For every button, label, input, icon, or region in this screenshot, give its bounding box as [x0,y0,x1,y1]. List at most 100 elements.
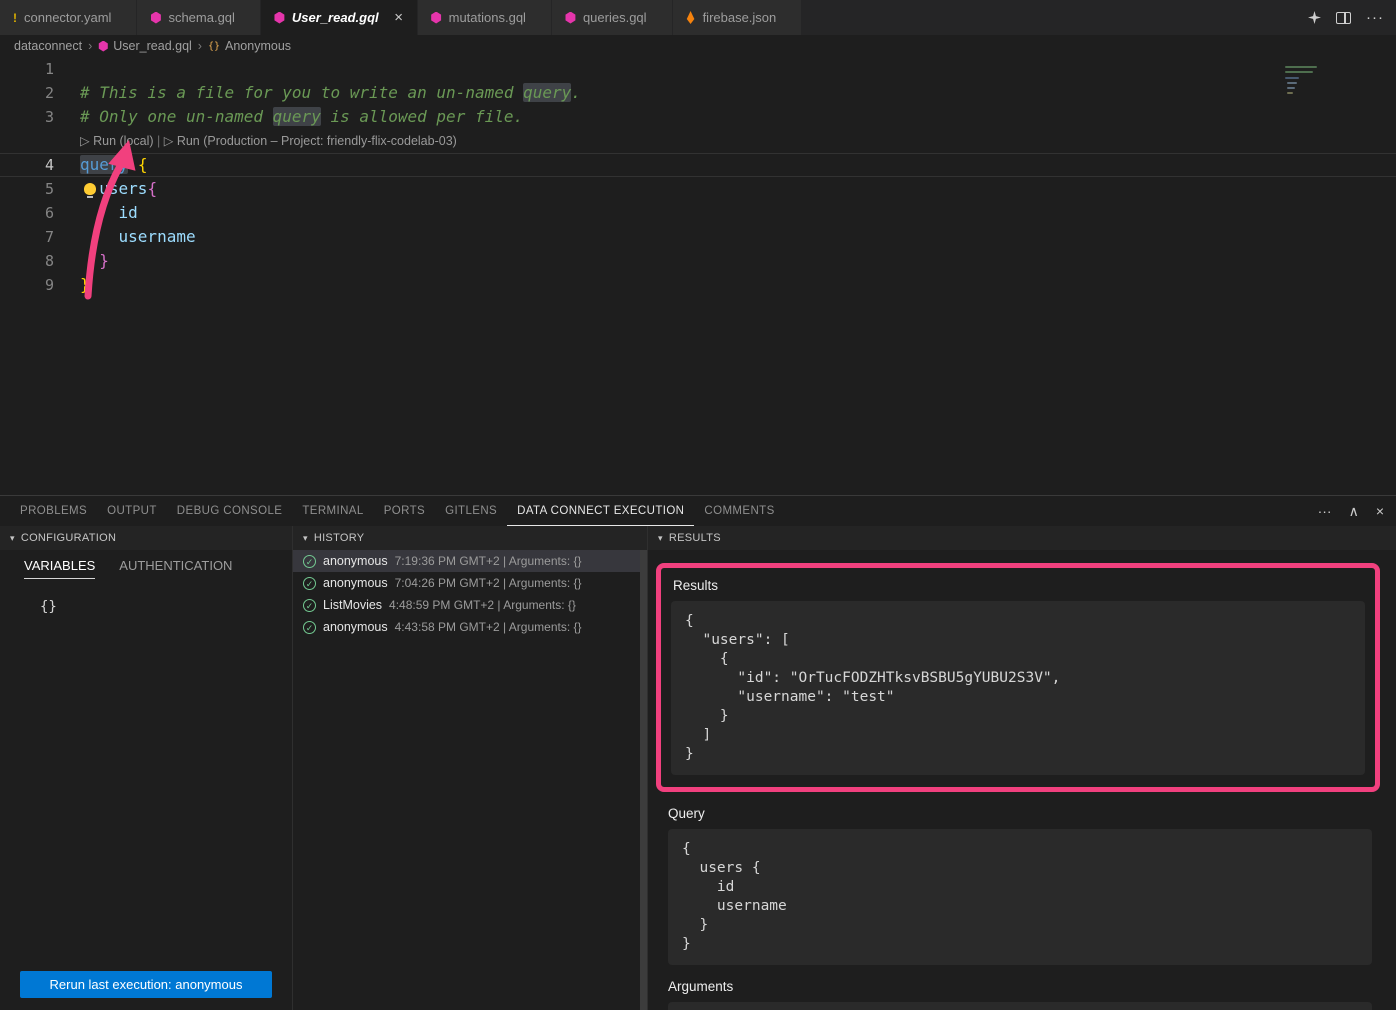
breadcrumb-items: dataconnect › User_read.gql › {}Anonymous [14,39,291,53]
query-label: Query [668,806,1372,821]
copilot-icon[interactable] [1308,11,1321,24]
line-number: 3 [0,105,54,129]
graphql-icon [431,12,442,24]
check-circle-icon: ✓ [303,555,316,568]
code-editor[interactable]: 12# This is a file for you to write an u… [0,57,1396,495]
breadcrumb-separator: › [88,39,92,53]
history-item-meta: 4:43:58 PM GMT+2 | Arguments: {} [395,620,582,634]
panel-tab-debug-console[interactable]: DEBUG CONSOLE [167,496,293,526]
panel-tab-terminal[interactable]: TERMINAL [292,496,373,526]
panel-collapse-icon[interactable]: ∧ [1349,503,1359,520]
check-circle-icon: ✓ [303,621,316,634]
configuration-section: ▾ CONFIGURATION VARIABLESAUTHENTICATION … [0,526,292,1010]
firebase-icon [686,11,696,24]
tab-label: firebase.json [703,10,777,25]
history-item[interactable]: ✓ anonymous 4:43:58 PM GMT+2 | Arguments: … [293,616,640,638]
code-line: 4query { [0,153,1396,177]
code-content: users{ [54,177,157,201]
history-scrollbar[interactable] [640,550,647,1010]
results-header[interactable]: ▾ RESULTS [648,526,1396,550]
check-circle-icon: ✓ [303,599,316,612]
arguments-text: {} [668,1002,1372,1010]
panel-tab-problems[interactable]: PROBLEMS [10,496,97,526]
tab-label: connector.yaml [24,10,111,25]
code-content: username [54,225,196,249]
history-header[interactable]: ▾ HISTORY [293,526,647,550]
line-number: 8 [0,249,54,273]
panel-body: ▾ CONFIGURATION VARIABLESAUTHENTICATION … [0,526,1396,1010]
results-annotation-box: Results { "users": [ { "id": "OrTucFODZH… [656,563,1380,792]
tab-queries.gql[interactable]: queries.gql [552,0,673,35]
history-item-name: anonymous [323,620,388,634]
panel-actions: ··· ∧ × [1318,496,1384,526]
history-item-meta: 7:04:26 PM GMT+2 | Arguments: {} [395,576,582,590]
history-item[interactable]: ✓anonymous7:04:26 PM GMT+2 | Arguments: … [293,572,640,594]
history-item[interactable]: ✓ListMovies4:48:59 PM GMT+2 | Arguments:… [293,594,640,616]
bottom-panel: PROBLEMSOUTPUTDEBUG CONSOLETERMINALPORTS… [0,495,1396,1010]
rerun-button[interactable]: Rerun last execution: anonymous [20,971,272,998]
panel-tab-ports[interactable]: PORTS [374,496,435,526]
editor-tabs: ! connector.yaml schema.gqlUser_read.gql×m… [0,0,802,35]
code-content: # This is a file for you to write an un-… [54,81,581,105]
check-circle-icon: ✓ [303,577,316,590]
arguments-block: Arguments {} [668,979,1372,1010]
code-line: 3# Only one un-named query is allowed pe… [0,105,1396,129]
warning-icon: ! [13,11,17,25]
code-line: 2# This is a file for you to write an un… [0,81,1396,105]
panel-more-actions-icon[interactable]: ··· [1318,503,1332,519]
editor-actions: ··· [1308,0,1384,35]
tab-connector.yaml[interactable]: ! connector.yaml [0,0,137,35]
line-number [0,129,54,153]
query-block: Query { users { id username } } [668,806,1372,965]
code-line: 7 username [0,225,1396,249]
panel-tab-data-connect-execution[interactable]: DATA CONNECT EXECUTION [507,496,694,526]
breadcrumb-label: dataconnect [14,39,82,53]
code-line: 9} [0,273,1396,297]
results-section: ▾ RESULTS Results { "users": [ { "id": "… [647,526,1396,1010]
split-editor-icon[interactable] [1336,12,1351,24]
breadcrumb-label: Anonymous [225,39,291,53]
results-content: Results { "users": [ { "id": "OrTucFODZH… [648,550,1396,1010]
panel-close-icon[interactable]: × [1376,503,1384,519]
history-item-meta: 7:19:36 PM GMT+2 | Arguments: {} [395,554,582,568]
code-content: } [54,273,90,297]
codelens-run-local[interactable]: ▷ Run (local) [80,134,154,148]
line-number: 5 [0,177,54,201]
history-item[interactable]: ✓ anonymous 7:19:36 PM GMT+2 | Arguments: … [293,550,640,572]
code-line: 1 [0,57,1396,81]
tab-schema.gql[interactable]: schema.gql [137,0,260,35]
minimap[interactable] [1281,60,1325,104]
breadcrumb-item-anonymous[interactable]: {}Anonymous [208,39,291,53]
close-tab-icon[interactable]: × [391,9,407,26]
lightbulb-icon[interactable] [84,183,96,195]
config-tab-authentication[interactable]: AUTHENTICATION [119,558,232,579]
graphql-icon [565,12,576,24]
history-item-name: anonymous [323,554,388,568]
results-json: { "users": [ { "id": "OrTucFODZHTksvBSBU… [671,601,1365,775]
tab-User_read.gql[interactable]: User_read.gql× [261,0,418,35]
code-content: ▷ Run (local) | ▷ Run (Production – Proj… [54,129,457,153]
history-header-label: HISTORY [314,532,365,544]
code-lines: 12# This is a file for you to write an u… [0,57,1396,297]
codelens-run-production[interactable]: ▷ Run (Production – Project: friendly-fl… [164,134,457,148]
tab-firebase.json[interactable]: firebase.json [673,0,803,35]
code-line: 5 users{ [0,177,1396,201]
configuration-header[interactable]: ▾ CONFIGURATION [0,526,292,550]
breadcrumb-item-dataconnect[interactable]: dataconnect [14,39,82,53]
panel-tab-output[interactable]: OUTPUT [97,496,167,526]
codelens-row: ▷ Run (local) | ▷ Run (Production – Proj… [0,129,1396,153]
panel-tabs: PROBLEMSOUTPUTDEBUG CONSOLETERMINALPORTS… [10,496,785,526]
panel-tab-comments[interactable]: COMMENTS [694,496,784,526]
breadcrumb-label: User_read.gql [113,39,192,53]
panel-tab-gitlens[interactable]: GITLENS [435,496,507,526]
history-section: ▾ HISTORY ✓ anonymous 7:19:36 PM GMT+2 | A… [292,526,647,1010]
breadcrumb-item-user_read.gql[interactable]: User_read.gql [98,39,192,53]
results-label: Results [673,578,1365,593]
config-tab-variables[interactable]: VARIABLES [24,558,95,579]
panel-tab-bar: PROBLEMSOUTPUTDEBUG CONSOLETERMINALPORTS… [0,496,1396,526]
tab-mutations.gql[interactable]: mutations.gql [418,0,552,35]
history-list: ✓ anonymous 7:19:36 PM GMT+2 | Arguments: … [293,550,640,1010]
editor-more-actions-icon[interactable]: ··· [1366,9,1384,26]
breadcrumb-separator: › [198,39,202,53]
tab-label: queries.gql [583,10,647,25]
